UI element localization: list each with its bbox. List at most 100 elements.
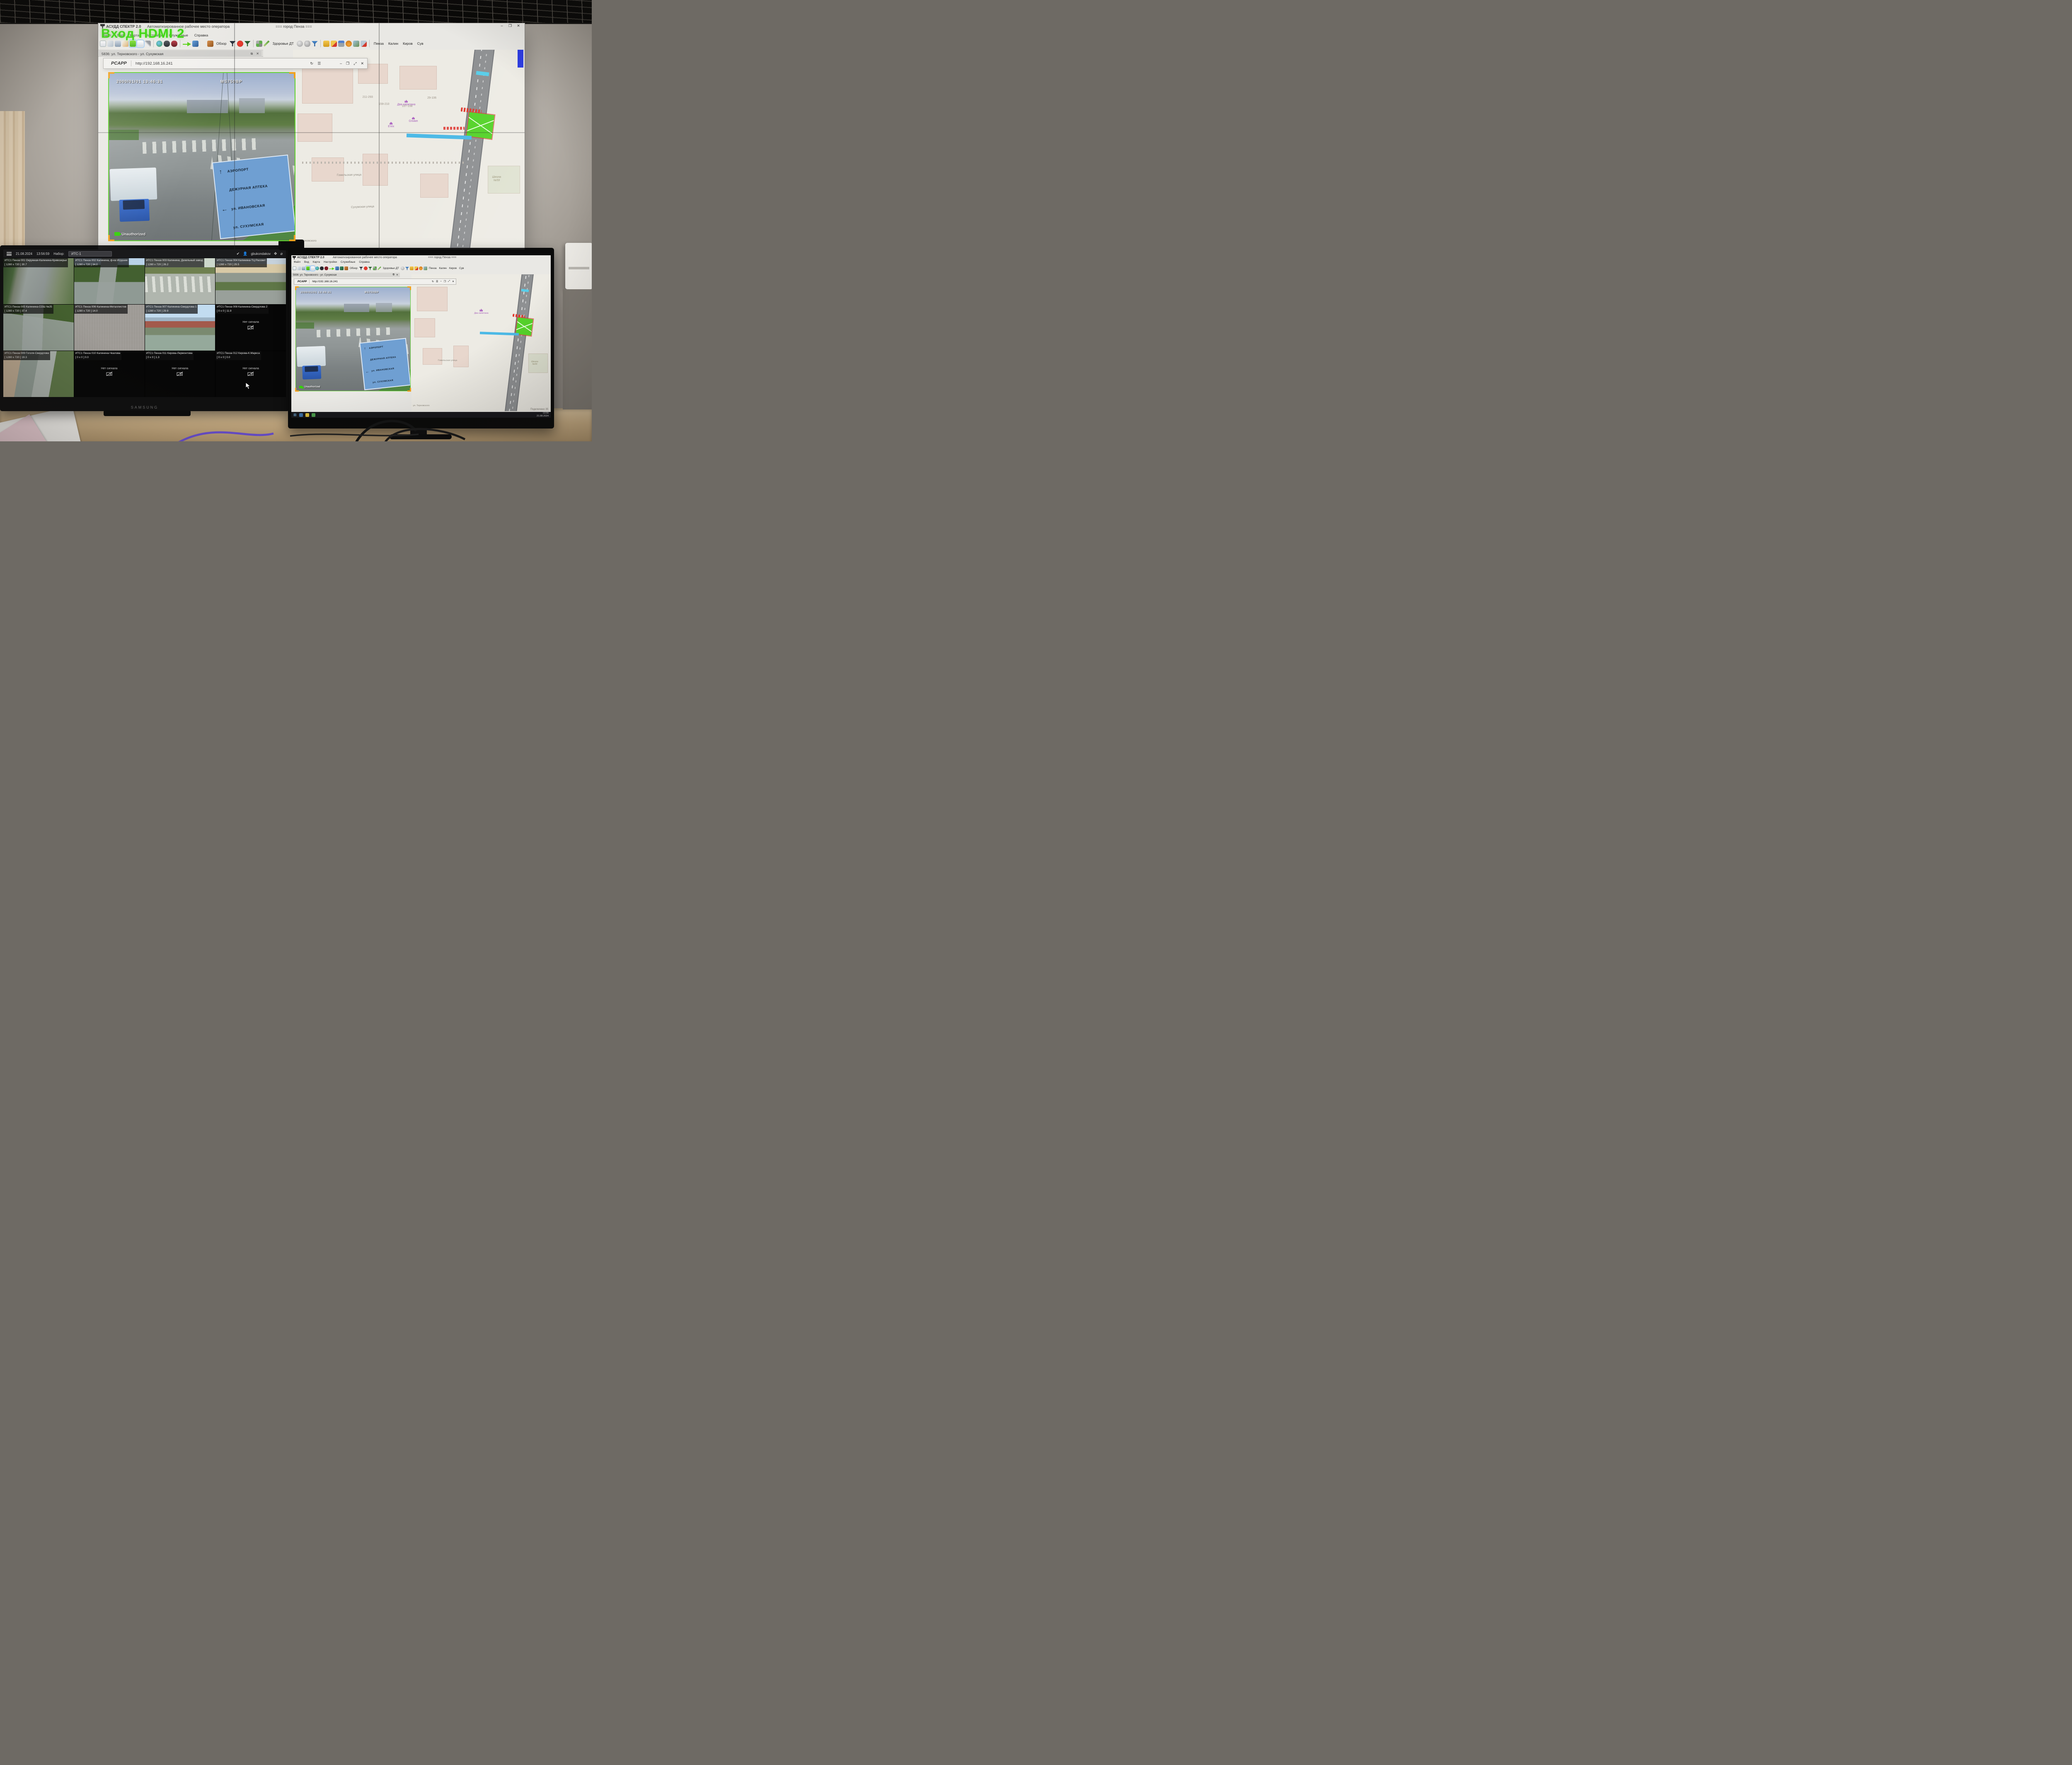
funnel-add-icon[interactable] [405, 266, 409, 270]
maximize-button[interactable]: ❐ [507, 24, 513, 28]
pcapp-minimize-button[interactable]: – [340, 61, 342, 65]
pan-hand-icon[interactable] [137, 41, 143, 47]
traffic-pair-icon[interactable] [256, 41, 262, 47]
open-icon[interactable] [297, 266, 301, 270]
traffic-map-small[interactable]: Гомельская улица ул. Терновского Школа№5… [411, 274, 551, 411]
pan-arrows-icon[interactable]: ✥ [274, 252, 277, 256]
pcapp-restore-button[interactable]: ⤢ [353, 61, 356, 66]
camera-tile-008[interactable]: ИТС1 Пенза 008 Калинина-Свердлова 2[ 0 x… [215, 305, 286, 351]
funnel-add-icon[interactable] [312, 41, 318, 47]
taskbar-app-icon[interactable] [305, 413, 309, 417]
overview-button[interactable]: Обзор [216, 41, 227, 46]
globe-icon[interactable] [315, 266, 319, 270]
undo-icon[interactable] [346, 41, 352, 47]
map-scroll-indicator[interactable] [518, 50, 524, 68]
tab-close-icon[interactable]: ✕ [396, 274, 398, 276]
map-intersection-highlight[interactable] [467, 112, 495, 139]
layer-up-icon[interactable] [338, 41, 344, 47]
pcapp-close-button[interactable]: ✕ [361, 61, 364, 66]
taskbar-app-icon[interactable] [299, 413, 303, 417]
camera-tile-005[interactable]: ИТС1 Пенза 005 Калинина-СОШ №25[ 1280 x … [3, 305, 74, 351]
close-button[interactable]: ✕ [516, 24, 521, 28]
camera-view[interactable]: 2000/01/01 13:46:31 MS750BP ↑ АЭРОПОРТ Д… [108, 72, 295, 241]
taskbar-clock[interactable]: 13:56 21.08.2024 [537, 412, 549, 417]
poi-dva-kapitana[interactable]: Два капитана [474, 309, 488, 315]
camera-tile-011[interactable]: ИТС1 Пенза 011 Кирова-Лермонтова[ 0 x 0 … [145, 351, 215, 397]
menu-help[interactable]: Справка [194, 33, 208, 37]
binoculars-red-icon[interactable] [324, 266, 328, 270]
camera-set-dropdown[interactable]: ИТС-1 [68, 251, 112, 257]
map-select-icon[interactable] [306, 266, 310, 270]
poi-etex[interactable]: Етех [388, 122, 394, 128]
funnel-red-icon[interactable] [237, 41, 243, 47]
tab-crossing-5836[interactable]: 5836: ул. Терновского - ул. Сухумская ⧉ … [99, 51, 261, 57]
poi-dva-kapitana[interactable]: Два капитана [397, 100, 416, 106]
camera-green-icon[interactable] [200, 41, 206, 47]
region-penza[interactable]: Пенза [374, 41, 384, 46]
edit-icon[interactable] [122, 41, 128, 47]
pcapp-restore-button[interactable]: ⤢ [448, 280, 450, 283]
menu-map[interactable]: Карта [313, 261, 320, 264]
camera-orange-icon[interactable] [207, 41, 213, 47]
region-suv[interactable]: Сув [459, 267, 464, 270]
refresh-icon[interactable]: ↻ [432, 280, 434, 283]
region-kalin[interactable]: Калин [388, 41, 398, 46]
camera-tile-002[interactable]: ИТС1 Пенза 002 Калинина, ф-ка Игрушек[ 1… [74, 258, 145, 304]
camera-blue-icon[interactable] [335, 266, 339, 270]
signal-wand-icon[interactable] [264, 41, 270, 47]
hamburger-icon[interactable]: ☰ [436, 280, 438, 283]
zoom-plus-icon[interactable] [401, 266, 404, 270]
funnel-icon[interactable] [359, 266, 363, 270]
cam-map-icon[interactable] [424, 266, 427, 270]
green-arrow-icon[interactable] [329, 266, 334, 270]
funnel-green-icon[interactable] [368, 266, 372, 270]
camera-tile-003[interactable]: ИТС1 Пенза 003 Калинина, Дизельный завод… [145, 258, 215, 304]
save-icon[interactable] [115, 41, 121, 47]
folder-yellow-icon[interactable] [323, 41, 329, 47]
green-arrow-icon[interactable] [183, 41, 191, 47]
camera-view-small[interactable]: 2000/01/01 13:46:31 MS750BP ↑ АЭРОПОРТ Д… [295, 287, 411, 391]
pen-icon[interactable] [145, 41, 151, 47]
menu-help[interactable]: Справка [359, 261, 370, 264]
menu-burger-icon[interactable] [7, 252, 12, 256]
funnel-green-icon[interactable] [244, 41, 251, 47]
menu-settings[interactable]: Настройки [324, 261, 337, 264]
binoculars-red-icon[interactable] [171, 41, 177, 47]
health-button[interactable]: Здоровье ДТ [383, 267, 399, 270]
camera-tile-010[interactable]: ИТС1 Пенза 010 Калинина-Чкалова[ 0 x 0 ]… [74, 351, 145, 397]
camera-tile-006[interactable]: ИТС1 Пенза 006 Калинина-Металлистов[ 128… [74, 305, 145, 351]
minimize-button[interactable]: – [499, 24, 505, 28]
folder-yellow-icon[interactable] [410, 266, 414, 270]
traffic-pair-icon[interactable] [373, 266, 377, 270]
pcapp-maximize-button[interactable]: ❐ [444, 280, 446, 283]
cam-map-icon[interactable] [353, 41, 359, 47]
pcapp-close-button[interactable]: ✕ [452, 280, 454, 283]
region-kalin[interactable]: Калин [439, 267, 446, 270]
pcapp-minimize-button[interactable]: – [440, 280, 441, 283]
camera-green-icon[interactable] [340, 266, 344, 270]
camera-orange-icon[interactable] [344, 266, 348, 270]
health-button[interactable]: Здоровье ДТ [273, 41, 294, 46]
start-button[interactable]: ⊞ [293, 413, 297, 417]
zoom-plus-icon[interactable] [297, 41, 303, 47]
pcapp-url[interactable]: http://192.168.16.241 [312, 280, 337, 283]
region-suv[interactable]: Сув [417, 41, 424, 46]
binoculars-icon[interactable] [320, 266, 324, 270]
folder-alert-icon[interactable] [331, 41, 337, 47]
taskbar-app-icon[interactable] [312, 413, 315, 417]
pan-hand-icon[interactable] [311, 266, 315, 270]
camera-tile-012[interactable]: ИТС1 Пенза 012 Кирова-К.Маркса[ 0 x 0 ] … [215, 351, 286, 397]
camera-tile-007[interactable]: ИТС1 Пенза 007 Калинина-Свердлова 1[ 128… [145, 305, 215, 351]
new-doc-icon[interactable] [293, 266, 296, 270]
tab-crossing-5836[interactable]: 5836: ул. Терновского - ул. Сухумская [293, 274, 336, 276]
new-doc-icon[interactable] [100, 41, 106, 47]
tab-float-icon[interactable]: ⧉ [393, 274, 395, 276]
ellipse-plus-icon[interactable] [304, 41, 310, 47]
zoom-off-icon[interactable]: ⌀ [281, 252, 283, 256]
funnel-icon[interactable] [230, 41, 236, 47]
tab-float-icon[interactable]: ⧉ [251, 52, 253, 56]
signal-wand-icon[interactable] [378, 266, 381, 270]
region-kirov[interactable]: Киров [403, 41, 413, 46]
menu-view[interactable]: Вид [304, 261, 309, 264]
camera-blue-icon[interactable] [192, 41, 198, 47]
